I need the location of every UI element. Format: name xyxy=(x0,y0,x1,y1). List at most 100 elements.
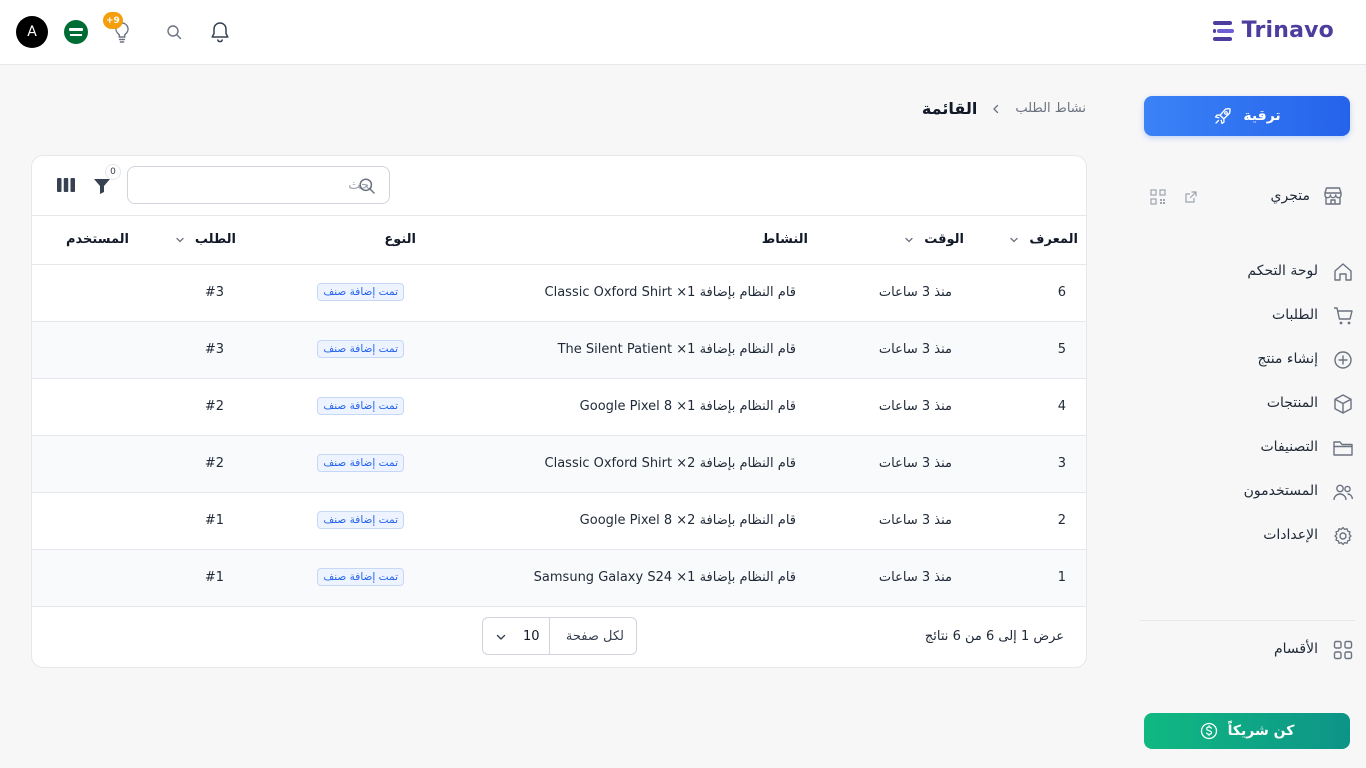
activity-table-card: 0 المعرف الوقت النشاط النوع الطلب المستخ… xyxy=(31,155,1087,668)
cell-activity: قام النظام بإضافة 1× Google Pixel 8 xyxy=(579,399,796,414)
qr-code-icon[interactable] xyxy=(1150,189,1166,205)
column-header-user: المستخدم xyxy=(66,232,129,247)
logo-text: Trinavo xyxy=(1241,18,1334,43)
box-icon xyxy=(1334,394,1352,414)
sidebar-item-settings[interactable]: الإعدادات xyxy=(1144,514,1356,558)
column-header-activity: النشاط xyxy=(762,232,808,247)
table-row[interactable]: 1 منذ 3 ساعات قام النظام بإضافة 1× Samsu… xyxy=(32,550,1086,607)
status-badge: تمت إضافة صنف xyxy=(317,568,404,586)
column-header-type: النوع xyxy=(384,232,416,247)
cell-id: 3 xyxy=(1057,456,1066,471)
cell-order: #1 xyxy=(204,570,224,585)
top-header: Trinavo A +9 xyxy=(0,0,1366,65)
sidebar-item-label: المستخدمون xyxy=(1243,483,1318,499)
dollar-circle-icon xyxy=(1200,722,1217,740)
cell-time: منذ 3 ساعات xyxy=(878,513,952,528)
sidebar-item-categories[interactable]: التصنيفات xyxy=(1144,426,1356,470)
page-title: القائمة xyxy=(921,99,978,118)
store-label: متجري xyxy=(1270,188,1310,204)
sidebar-item-sections[interactable]: الأقسام xyxy=(1144,630,1356,670)
cell-id: 5 xyxy=(1057,342,1066,357)
results-summary: عرض 1 إلى 6 من 6 نتائج xyxy=(924,629,1064,644)
users-icon xyxy=(1333,484,1353,501)
breadcrumb-parent[interactable]: نشاط الطلب xyxy=(1015,101,1086,116)
cell-type: تمت إضافة صنف xyxy=(317,454,404,472)
sidebar-item-create-product[interactable]: إنشاء منتج xyxy=(1144,338,1356,382)
per-page-divider xyxy=(549,618,550,654)
breadcrumb: نشاط الطلب القائمة xyxy=(922,99,1086,118)
cell-id: 2 xyxy=(1057,513,1066,528)
column-label: الطلب xyxy=(194,232,236,247)
sidebar-item-label: الإعدادات xyxy=(1263,527,1318,543)
table-footer: عرض 1 إلى 6 من 6 نتائج لكل صفحة 10 xyxy=(32,606,1086,667)
column-header-order[interactable]: الطلب xyxy=(175,232,236,247)
sidebar-item-products[interactable]: المنتجات xyxy=(1144,382,1356,426)
cell-time: منذ 3 ساعات xyxy=(878,456,952,471)
upgrade-button[interactable]: ترقية xyxy=(1144,96,1350,136)
chevron-left-icon xyxy=(993,104,999,113)
columns-icon[interactable] xyxy=(57,177,75,193)
upgrade-label: ترقية xyxy=(1243,108,1281,124)
cell-type: تمت إضافة صنف xyxy=(317,397,404,415)
chevron-down-icon xyxy=(496,634,506,640)
app-logo[interactable]: Trinavo xyxy=(1212,18,1334,43)
chevron-down-icon xyxy=(1010,237,1019,242)
status-badge: تمت إضافة صنف xyxy=(317,454,404,472)
sidebar-nav: لوحة التحكم الطلبات إنشاء منتج المنتجات … xyxy=(1144,250,1356,558)
partner-label: كن شريكاً xyxy=(1227,723,1295,739)
my-store-link[interactable]: متجري xyxy=(1144,176,1350,216)
cell-type: تمت إضافة صنف xyxy=(317,568,404,586)
sidebar-item-dashboard[interactable]: لوحة التحكم xyxy=(1144,250,1356,294)
sidebar-item-users[interactable]: المستخدمون xyxy=(1144,470,1356,514)
per-page-value: 10 xyxy=(523,629,540,644)
column-label: الوقت xyxy=(924,232,964,247)
column-label: المستخدم xyxy=(66,232,129,247)
cart-icon xyxy=(1334,307,1353,325)
cell-id: 1 xyxy=(1057,570,1066,585)
bell-icon[interactable] xyxy=(209,20,231,44)
store-icon xyxy=(1324,187,1342,205)
column-header-id[interactable]: المعرف xyxy=(1009,232,1078,247)
sidebar-item-label: إنشاء منتج xyxy=(1257,351,1318,367)
sidebar-item-label: لوحة التحكم xyxy=(1247,263,1318,279)
per-page-select[interactable]: لكل صفحة 10 xyxy=(482,617,637,655)
plus-circle-icon xyxy=(1334,351,1352,369)
search-icon xyxy=(359,178,375,194)
external-link-icon[interactable] xyxy=(1184,190,1198,204)
rocket-icon xyxy=(1215,108,1232,125)
column-label: النشاط xyxy=(761,232,808,247)
table-toolbar: 0 xyxy=(32,156,1086,216)
status-badge: تمت إضافة صنف xyxy=(317,511,404,529)
status-badge: تمت إضافة صنف xyxy=(317,340,404,358)
search-icon[interactable] xyxy=(166,24,182,40)
avatar-initial: A xyxy=(27,24,37,40)
search-input[interactable] xyxy=(168,167,383,203)
table-row[interactable]: 5 منذ 3 ساعات قام النظام بإضافة 1× The S… xyxy=(32,322,1086,379)
table-row[interactable]: 6 منذ 3 ساعات قام النظام بإضافة 1× Class… xyxy=(32,265,1086,322)
cell-activity: قام النظام بإضافة 2× Google Pixel 8 xyxy=(579,513,796,528)
cell-type: تمت إضافة صنف xyxy=(317,340,404,358)
cell-time: منذ 3 ساعات xyxy=(878,570,952,585)
table-row[interactable]: 3 منذ 3 ساعات قام النظام بإضافة 2× Class… xyxy=(32,436,1086,493)
become-partner-button[interactable]: كن شريكاً xyxy=(1144,713,1350,749)
home-icon xyxy=(1334,263,1352,281)
cell-order: #1 xyxy=(204,513,224,528)
avatar[interactable]: A xyxy=(16,16,48,48)
sidebar-item-label: الأقسام xyxy=(1274,641,1318,657)
table-row[interactable]: 2 منذ 3 ساعات قام النظام بإضافة 2× Googl… xyxy=(32,493,1086,550)
folder-icon xyxy=(1333,441,1353,456)
sidebar-item-orders[interactable]: الطلبات xyxy=(1144,294,1356,338)
cell-activity: قام النظام بإضافة 1× The Silent Patient xyxy=(557,342,796,357)
flag-icon[interactable] xyxy=(64,20,88,44)
tips-badge: +9 xyxy=(103,12,123,29)
status-badge: تمت إضافة صنف xyxy=(317,283,404,301)
cell-time: منذ 3 ساعات xyxy=(878,399,952,414)
table-header: المعرف الوقت النشاط النوع الطلب المستخدم xyxy=(32,216,1086,265)
column-header-time[interactable]: الوقت xyxy=(904,232,964,247)
filter-count-badge: 0 xyxy=(105,164,121,180)
cell-order: #3 xyxy=(204,342,224,357)
cell-activity: قام النظام بإضافة 1× Samsung Galaxy S24 xyxy=(533,570,796,585)
cell-type: تمت إضافة صنف xyxy=(317,283,404,301)
table-row[interactable]: 4 منذ 3 ساعات قام النظام بإضافة 1× Googl… xyxy=(32,379,1086,436)
per-page-label: لكل صفحة xyxy=(565,629,624,644)
